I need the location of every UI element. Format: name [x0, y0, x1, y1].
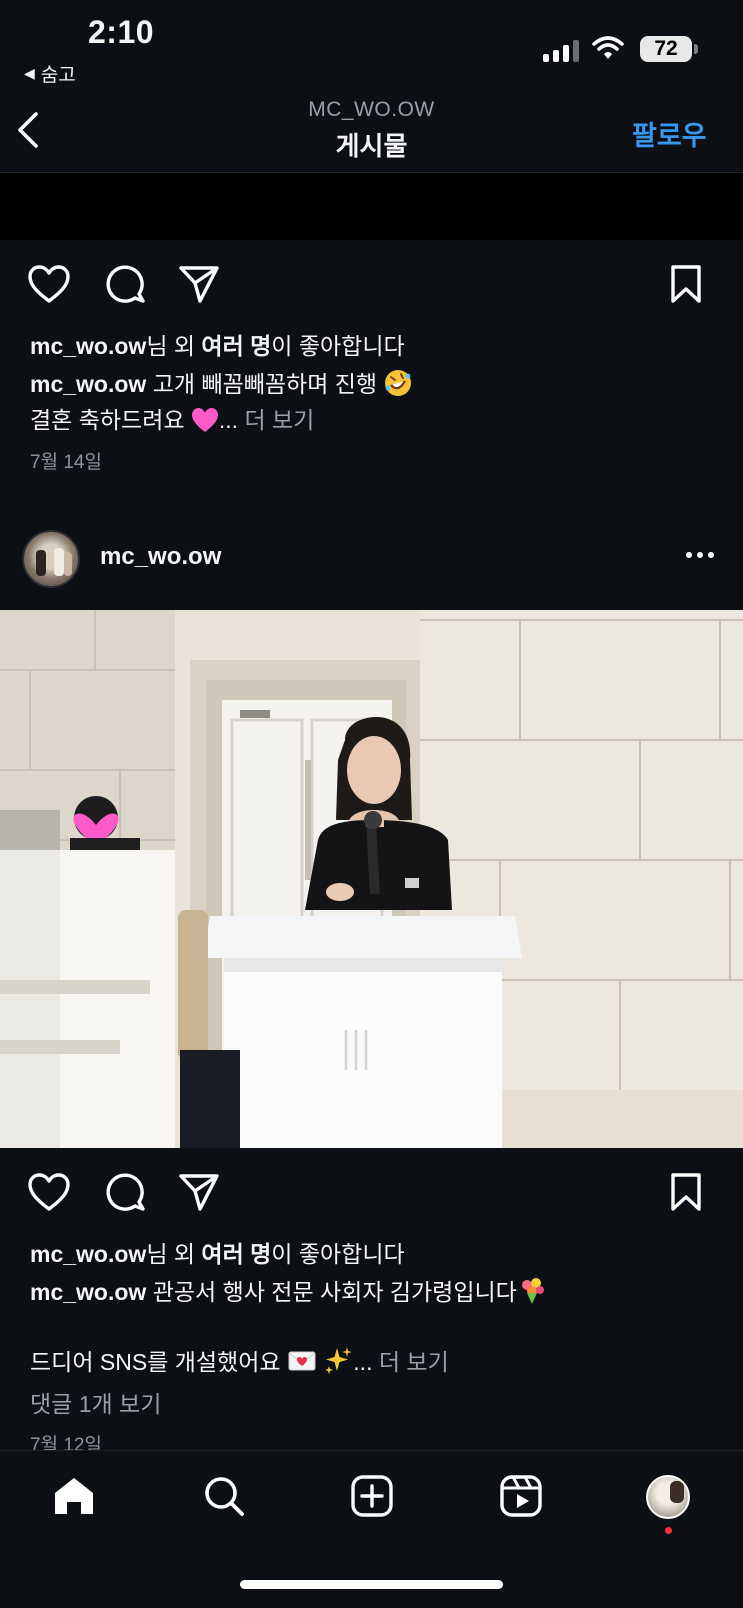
- rofl-emoji-icon: [385, 370, 412, 396]
- post-date: 7월 14일: [30, 452, 102, 473]
- comment-icon: [106, 265, 145, 303]
- reels-icon: [500, 1475, 542, 1517]
- share-button[interactable]: [176, 262, 222, 306]
- more-options-icon[interactable]: [686, 552, 714, 558]
- likes-user[interactable]: mc_wo.ow: [30, 1241, 146, 1267]
- caption-ellipsis: ...: [353, 1349, 373, 1375]
- wifi-icon: [592, 36, 624, 65]
- cellular-signal-icon: [543, 38, 579, 62]
- heart-icon: [28, 265, 70, 303]
- likes-mid: 님 외: [146, 1241, 202, 1267]
- caption-line-1: mc_wo.ow 고개 빼꼼빼꼼하며 진행: [30, 366, 413, 402]
- likes-end: 이 좋아합니다: [271, 1241, 405, 1267]
- heart-icon: [28, 1173, 70, 1211]
- caption-line2-text: 드디어 SNS를 개설했어요: [30, 1349, 281, 1375]
- share-button[interactable]: [176, 1170, 222, 1214]
- nav-search-button[interactable]: [200, 1473, 248, 1519]
- send-icon: [179, 266, 219, 303]
- battery-indicator: 72: [640, 36, 692, 62]
- likes-summary[interactable]: mc_wo.ow님 외 여러 명이 좋아합니다: [30, 328, 405, 364]
- comment-icon: [106, 1173, 145, 1211]
- likes-user[interactable]: mc_wo.ow: [30, 333, 146, 359]
- bookmark-icon: [671, 265, 701, 303]
- nav-divider: [0, 1450, 743, 1451]
- love-letter-emoji-icon: [288, 1351, 316, 1371]
- caption-user[interactable]: mc_wo.ow: [30, 371, 146, 397]
- nav-reels-button[interactable]: [497, 1473, 545, 1519]
- bouquet-emoji-icon: [521, 1278, 544, 1304]
- sparkles-emoji-icon: [325, 1347, 353, 1374]
- status-time: 2:10: [88, 14, 155, 50]
- back-to-app-link[interactable]: ◀ 숨고: [24, 60, 76, 87]
- create-icon: [351, 1475, 393, 1517]
- author-avatar[interactable]: [22, 530, 80, 588]
- send-icon: [179, 1174, 219, 1211]
- search-icon: [205, 1477, 244, 1516]
- likes-others[interactable]: 여러 명: [201, 333, 271, 359]
- nav-home-button[interactable]: [50, 1473, 98, 1519]
- likes-end: 이 좋아합니다: [271, 333, 405, 359]
- previous-post-media-edge: [0, 173, 743, 240]
- caption-line-2: 결혼 축하드려요 ... 더 보기: [30, 402, 314, 438]
- caption-line2-text: 결혼 축하드려요: [30, 407, 185, 433]
- caption-line-1: mc_wo.ow 관공서 행사 전문 사회자 김가령입니다: [30, 1274, 547, 1310]
- caption-user[interactable]: mc_wo.ow: [30, 1279, 146, 1305]
- caption-text: 관공서 행사 전문 사회자 김가령입니다: [152, 1279, 517, 1305]
- more-link[interactable]: 더 보기: [379, 1349, 449, 1375]
- nav-create-button[interactable]: [348, 1473, 396, 1519]
- home-indicator: [240, 1580, 503, 1589]
- photo-scene: [0, 610, 743, 1148]
- back-triangle-icon: ◀: [24, 65, 35, 81]
- caption-ellipsis: ...: [218, 407, 239, 433]
- caption-text: 고개 빼꼼빼꼼하며 진행: [152, 371, 378, 397]
- like-button[interactable]: [26, 262, 72, 306]
- follow-button[interactable]: 팔로우: [632, 114, 707, 153]
- bookmark-icon: [671, 1173, 701, 1211]
- author-username[interactable]: mc_wo.ow: [100, 543, 221, 571]
- battery-tip: [694, 44, 698, 54]
- notification-dot: [665, 1527, 672, 1534]
- likes-summary[interactable]: mc_wo.ow님 외 여러 명이 좋아합니다: [30, 1236, 405, 1272]
- caption-line-2: 드디어 SNS를 개설했어요 ... 더 보기: [30, 1344, 449, 1380]
- nav-profile-avatar[interactable]: [646, 1475, 690, 1519]
- view-comments-link[interactable]: 댓글 1개 보기: [30, 1386, 161, 1422]
- pink-heart-emoji-icon: [191, 408, 218, 432]
- back-app-label: 숨고: [40, 65, 76, 86]
- post-date: 7월 12일: [30, 1435, 102, 1450]
- like-button[interactable]: [26, 1170, 72, 1214]
- comment-button[interactable]: [102, 1170, 148, 1214]
- save-button[interactable]: [666, 1170, 706, 1214]
- save-button[interactable]: [666, 262, 706, 306]
- comment-button[interactable]: [102, 262, 148, 306]
- likes-mid: 님 외: [146, 333, 202, 359]
- home-icon: [55, 1478, 93, 1514]
- more-link[interactable]: 더 보기: [244, 407, 314, 433]
- likes-others[interactable]: 여러 명: [201, 1241, 271, 1267]
- post-photo[interactable]: [0, 610, 743, 1148]
